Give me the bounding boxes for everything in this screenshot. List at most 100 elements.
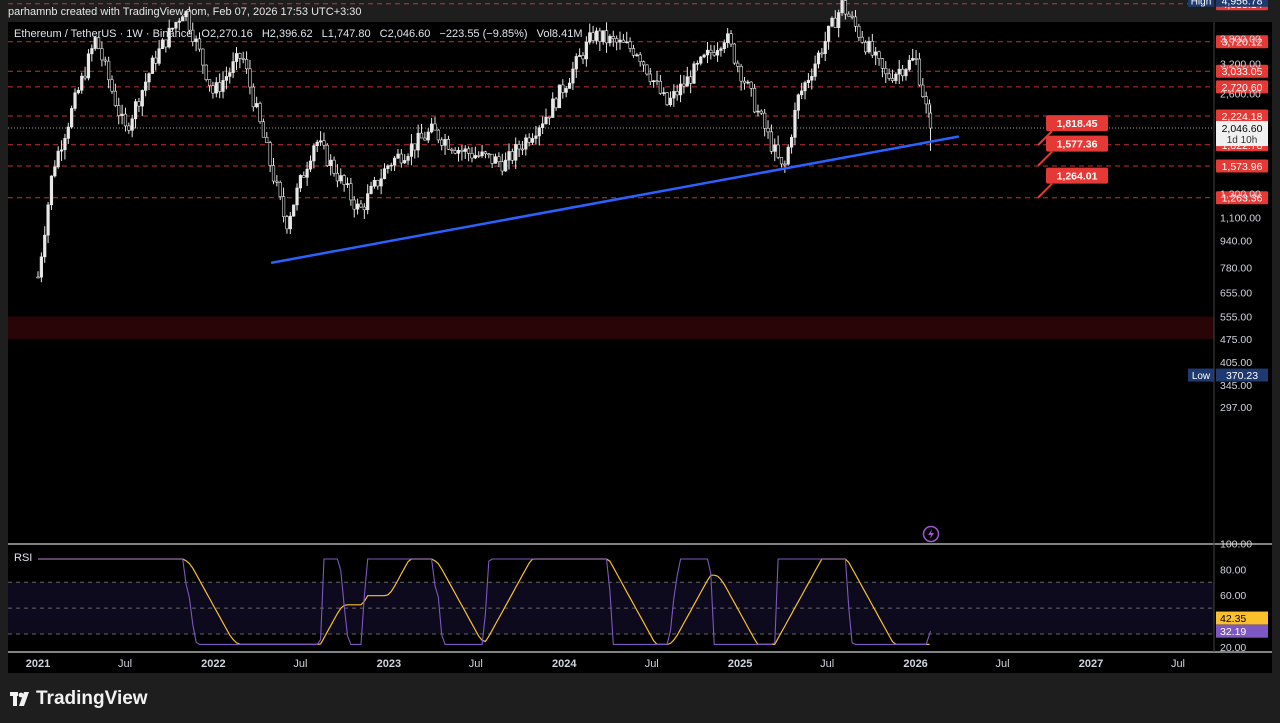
time-tick: 2021 bbox=[26, 658, 50, 670]
candle-body bbox=[900, 68, 905, 77]
candle-body bbox=[483, 151, 488, 155]
low-tag-value: 370.23 bbox=[1226, 370, 1258, 382]
candle-body bbox=[702, 54, 706, 58]
time-tick: Jul bbox=[469, 658, 483, 670]
candle-body bbox=[769, 131, 773, 152]
candle-body bbox=[453, 150, 457, 154]
candle-body bbox=[530, 138, 535, 143]
candle-body bbox=[214, 82, 218, 94]
price-tick: 3,800.00 bbox=[1220, 34, 1261, 46]
candle-body bbox=[776, 144, 780, 158]
candle-body bbox=[446, 139, 451, 150]
candle-body bbox=[662, 92, 666, 94]
candle-body bbox=[857, 26, 861, 38]
price-tick: 405.00 bbox=[1220, 357, 1252, 369]
candle-body bbox=[578, 55, 582, 57]
candle-body bbox=[295, 187, 299, 206]
candle-body bbox=[130, 118, 134, 131]
candle-body bbox=[749, 81, 753, 89]
candle-body bbox=[107, 60, 111, 81]
candle-body bbox=[477, 155, 481, 157]
candle-body bbox=[793, 109, 797, 138]
candle-body bbox=[251, 86, 255, 108]
chart-svg[interactable]: 5,749.224,838.143,720.123,033.052,720.60… bbox=[0, 0, 1280, 723]
candle-body bbox=[504, 159, 508, 172]
callout-label: 1,818.45 bbox=[1057, 118, 1098, 130]
candle-body bbox=[554, 98, 558, 109]
candle-body bbox=[292, 204, 296, 217]
candle-body bbox=[312, 145, 316, 162]
callout-label: 1,577.36 bbox=[1057, 139, 1098, 151]
candle-body bbox=[117, 105, 121, 116]
candle-body bbox=[261, 121, 266, 138]
candle-body bbox=[342, 175, 346, 185]
rsi-value: 32.19 bbox=[1220, 626, 1246, 638]
legend-symbol[interactable]: Ethereum / TetherUS · 1W · Binance bbox=[14, 28, 192, 40]
candle-body bbox=[763, 112, 767, 129]
candle-body bbox=[218, 82, 222, 92]
time-tick: Jul bbox=[820, 658, 834, 670]
candle-body bbox=[204, 64, 208, 80]
candle-body bbox=[712, 52, 716, 56]
support-trendline[interactable] bbox=[270, 135, 960, 265]
candle-body bbox=[396, 153, 400, 159]
candle-body bbox=[789, 137, 794, 148]
candle-body bbox=[699, 56, 703, 64]
candle-body bbox=[349, 183, 353, 201]
candle-body bbox=[880, 58, 885, 69]
candle-body bbox=[746, 81, 750, 84]
candle-body bbox=[887, 73, 891, 79]
candle-body bbox=[325, 144, 329, 166]
candle-body bbox=[238, 53, 242, 59]
current-price-value: 2,046.60 bbox=[1222, 123, 1263, 135]
time-tick: 2022 bbox=[201, 658, 225, 670]
candle-body bbox=[231, 61, 235, 73]
price-tick: 1,300.00 bbox=[1220, 189, 1261, 201]
candle-body bbox=[534, 135, 538, 139]
candle-body bbox=[456, 149, 461, 154]
candle-body bbox=[288, 215, 292, 230]
time-tick: 2026 bbox=[903, 658, 927, 670]
candle-body bbox=[386, 165, 390, 169]
candle-body bbox=[181, 16, 185, 22]
candle-body bbox=[258, 103, 262, 123]
price-tick: 2,600.00 bbox=[1220, 88, 1261, 100]
candle-body bbox=[120, 113, 124, 116]
candle-body bbox=[248, 68, 252, 88]
candle-body bbox=[870, 40, 874, 56]
candle-body bbox=[581, 55, 585, 60]
candle-body bbox=[742, 80, 747, 84]
candle-body bbox=[655, 80, 659, 83]
candle-body bbox=[618, 39, 622, 43]
candle-body bbox=[756, 110, 760, 113]
candle-body bbox=[184, 11, 188, 18]
candle-body bbox=[399, 153, 403, 164]
candle-body bbox=[285, 216, 289, 230]
chart-legend: Ethereum / TetherUS · 1W · Binance O2,27… bbox=[14, 28, 589, 40]
candle-body bbox=[36, 276, 40, 279]
candle-body bbox=[470, 153, 474, 159]
rsi-label[interactable]: RSI bbox=[14, 552, 32, 564]
price-tick: 780.00 bbox=[1220, 262, 1252, 274]
target-callout[interactable]: 1,264.01 bbox=[1037, 167, 1108, 199]
candle-body bbox=[450, 148, 454, 151]
candle-body bbox=[897, 68, 901, 75]
candle-body bbox=[911, 58, 915, 61]
candle-body bbox=[372, 180, 377, 187]
candle-body bbox=[537, 127, 541, 137]
level-price-label: 1,573.96 bbox=[1222, 161, 1263, 173]
tradingview-logo[interactable]: TradingView bbox=[10, 688, 148, 710]
candle-body bbox=[318, 140, 323, 143]
time-tick: Jul bbox=[645, 658, 659, 670]
time-tick: 2023 bbox=[377, 658, 401, 670]
target-callout[interactable]: 1,577.36 bbox=[1037, 135, 1108, 167]
candle-body bbox=[66, 126, 70, 139]
candle-body bbox=[406, 156, 410, 161]
candle-body bbox=[695, 62, 699, 65]
flash-bolt-icon bbox=[928, 529, 934, 539]
price-tick: 475.00 bbox=[1220, 334, 1252, 346]
candle-body bbox=[803, 82, 807, 92]
candle-body bbox=[816, 52, 821, 65]
candle-body bbox=[860, 36, 864, 43]
candle-body bbox=[332, 159, 336, 174]
